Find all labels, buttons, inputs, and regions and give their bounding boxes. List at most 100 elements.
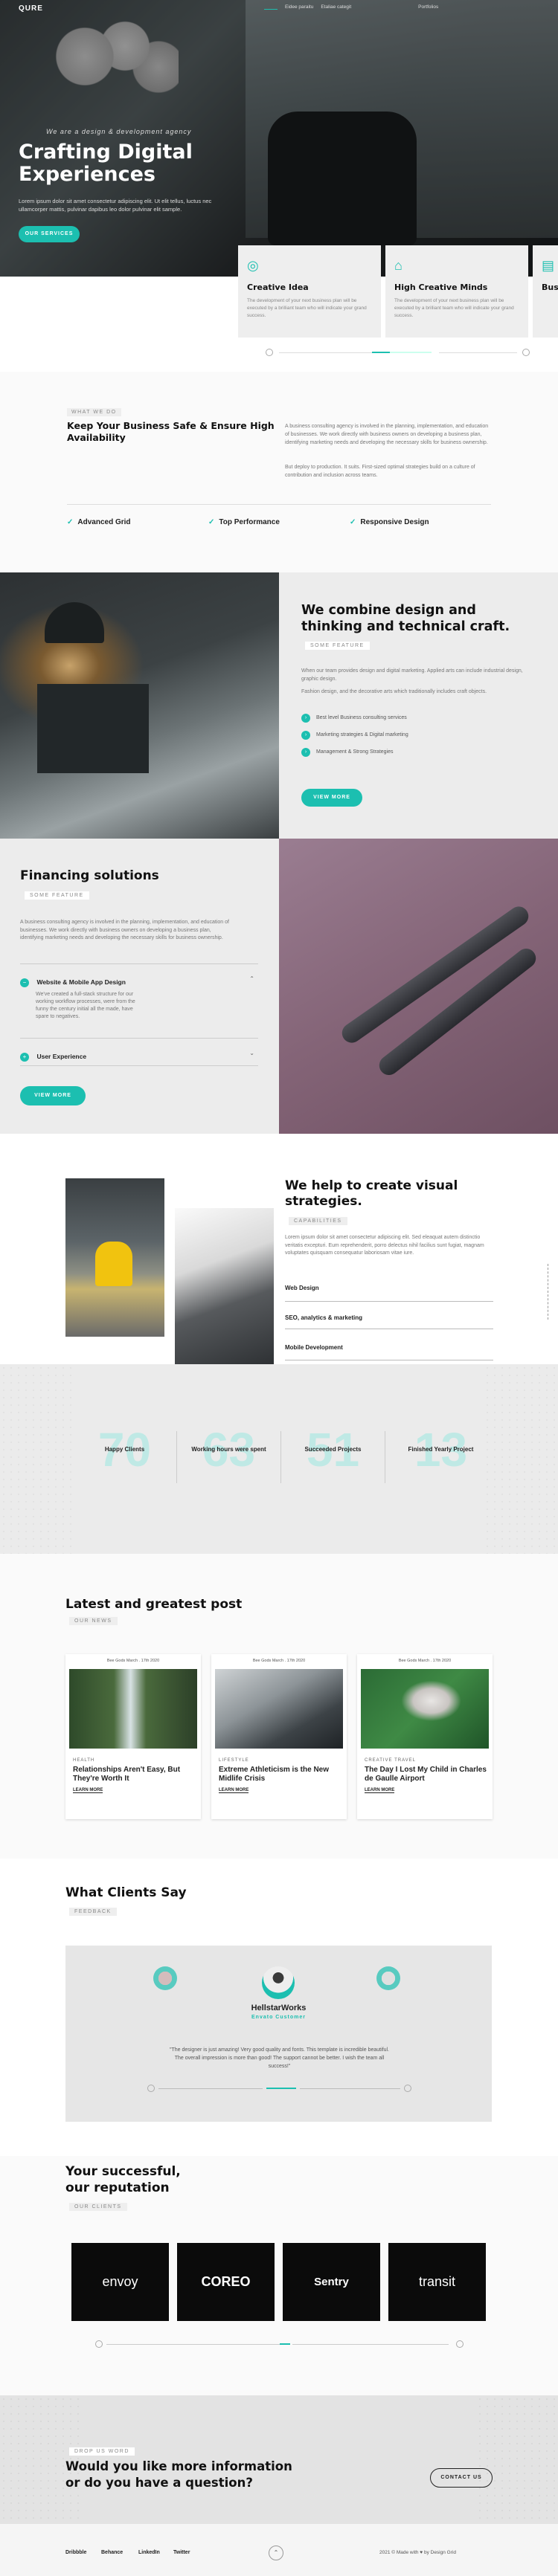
view-more-button[interactable]: VIEW MORE [20,1086,86,1105]
feature-card-title: High Creative Minds [394,283,488,292]
stat-label: Succeeded Projects [304,1446,362,1453]
testimonial-next-button[interactable] [404,2085,411,2092]
logos-prev-button[interactable] [95,2340,103,2348]
feature-card[interactable]: ▤ Busi [533,245,558,338]
client-name: HellstarWorks [251,2004,307,2012]
section-title: Keep Your Business Safe & Ensure High Av… [67,420,275,443]
view-more-button[interactable]: VIEW MORE [301,789,362,807]
feature-list-item: › Management & Strong Strategies [301,748,394,757]
feature-card[interactable]: ◎ Creative Idea The development of your … [238,245,381,338]
stat-label: Finished Yearly Project [408,1446,474,1453]
accordion-item-closed[interactable]: + User Experience ⌄ [20,1049,258,1062]
plus-icon: + [20,1053,29,1062]
nav-item-3[interactable] [359,4,381,10]
slider-prev-button[interactable] [266,349,273,356]
arrow-icon: › [301,731,310,740]
hero-cta-button[interactable]: OUR SERVICES [19,226,80,242]
logos-next-button[interactable] [456,2340,464,2348]
testimonial-prev-button[interactable] [147,2085,155,2092]
arrow-icon: › [301,748,310,757]
contact-us-button[interactable]: CONTACT US [430,2468,493,2488]
feature-card-text: The development of your next business pl… [247,298,367,318]
copyright: 2021 © Made with ♥ by Design Grid [379,2550,456,2555]
section-paragraph: Fashion design, and the decorative arts … [301,689,487,694]
capability-item[interactable]: Web Design [285,1285,319,1291]
testimonial-box: HellstarWorks Envato Customer "The desig… [65,1946,492,2122]
post-category: LIFESTYLE [219,1758,249,1763]
nav-item-1[interactable]: Eidee paraitu [285,4,313,10]
client-quote: "The designer is just amazing! Very good… [170,2047,389,2069]
post-title: The Day I Lost My Child in Charles de Ga… [365,1766,487,1783]
notebook-image [215,1669,343,1749]
lamp-shape [45,602,104,643]
footer: Dribbble Behance LinkedIn Twitter ⌃ 2021… [0,2524,558,2576]
nav-item-5[interactable]: Portfolios [418,4,438,10]
learn-more-link[interactable]: LEARN MORE [73,1788,103,1793]
learn-more-link[interactable]: LEARN MORE [365,1788,395,1793]
hero-title: Crafting Digital Experiences [19,141,193,186]
post-title: Extreme Athleticism is the New Midlife C… [219,1766,330,1783]
learn-more-link[interactable]: LEARN MORE [219,1788,249,1793]
check-item: ✓ Top Performance [208,518,280,526]
nav-item-2[interactable]: Etaliae categit [321,4,351,10]
financing-section: Financing solutions SOME FEATURE A busin… [0,839,279,1134]
accordion-item-open[interactable]: − Website & Mobile App Design ⌃ [20,975,258,988]
client-logo-tile[interactable]: transit [388,2243,486,2321]
section-tag: CAPABILITIES [289,1217,347,1225]
stats-section: 70 Happy Clients 63 Working hours were s… [0,1364,558,1554]
section-tag: OUR NEWS [69,1617,118,1625]
accordion-text: We've created a full-stack structure for… [36,992,135,1019]
client-logo-tile[interactable]: COREO [177,2243,275,2321]
slider-next-button[interactable] [522,349,530,356]
client-logo-tile[interactable]: Sentry [283,2243,380,2321]
feature-card-title: Creative Idea [247,283,309,292]
scroll-top-button[interactable]: ⌃ [269,2546,283,2560]
site-logo[interactable]: QURE [19,4,43,13]
contact-title: Would you like more information or do yo… [65,2459,292,2490]
check-icon: ✓ [67,518,74,526]
contact-section: DROP US WORD Would you like more informa… [0,2395,558,2524]
avatar[interactable] [376,1966,400,1990]
section-tag: FEEDBACK [69,1908,117,1916]
post-category: HEALTH [73,1758,95,1763]
footer-link-linkedin[interactable]: LinkedIn [138,2550,160,2555]
section-paragraph: When our team provides design and digita… [301,668,523,682]
strategies-section: We help to create visual strategies. CAP… [0,1134,558,1366]
check-icon: ✓ [350,518,356,526]
feature-card[interactable]: ⌂ High Creative Minds The development of… [385,245,528,338]
hero-section: QURE Eidee paraitu Etaliae categit Portf… [0,0,558,277]
brain-icon: ⌂ [394,258,403,273]
stat-label: Working hours were spent [191,1446,266,1453]
post-card[interactable]: Bee Gods March . 17th 2020 LIFESTYLE Ext… [211,1654,347,1819]
post-card[interactable]: Bee Gods March . 17th 2020 HEALTH Relati… [65,1654,201,1819]
feature-card-title: Busi [542,283,558,292]
footer-link-behance[interactable]: Behance [101,2550,123,2555]
testimonial-progress [266,2088,296,2089]
footer-link-twitter[interactable]: Twitter [173,2550,190,2555]
section-tag: SOME FEATURE [305,642,370,650]
capability-item[interactable]: Mobile Development [285,1344,343,1351]
avatar-active[interactable] [262,1966,295,1999]
stat-item: 63 Working hours were spent [179,1424,279,1498]
feature-card-text: The development of your next business pl… [394,298,514,318]
capability-item[interactable]: SEO, analytics & marketing [285,1314,362,1321]
testimonial-controls [147,2083,415,2094]
lightbulb-icon: ◎ [247,258,259,273]
footer-link-dribbble[interactable]: Dribbble [65,2550,86,2555]
post-card[interactable]: Bee Gods March . 17th 2020 CREATIVE TRAV… [357,1654,493,1819]
section-tag: SOME FEATURE [25,891,89,900]
combine-section: We combine design and thinking and techn… [279,572,558,839]
section-title: Latest and greatest post [65,1597,243,1612]
avatar[interactable] [153,1966,177,1990]
nav-item-home[interactable] [264,4,278,10]
section-tag: DROP US WORD [69,2447,135,2456]
section-paragraph: Lorem ipsum dolor sit amet consectetur a… [285,1235,484,1256]
stat-label: Happy Clients [104,1446,145,1453]
nav-item-4[interactable] [388,4,411,10]
waterfall-image [69,1669,197,1749]
logos-progress [280,2343,290,2345]
testimonials-section: What Clients Say FEEDBACK HellstarWorks … [0,1859,558,2156]
feature-slider-controls [260,347,543,358]
feature-list-item: › Best level Business consulting services [301,714,407,723]
client-logo-tile[interactable]: envoy [71,2243,169,2321]
